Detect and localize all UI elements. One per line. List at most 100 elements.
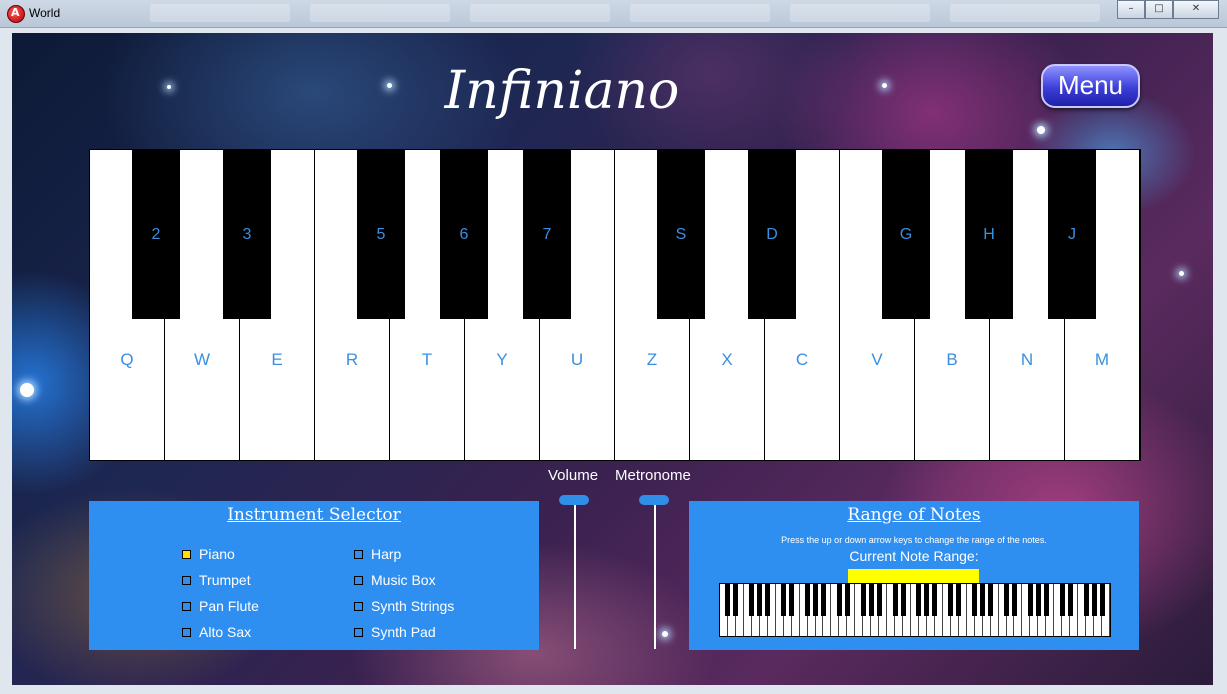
- instrument-label: Music Box: [371, 572, 436, 588]
- mini-black-key: [789, 584, 795, 616]
- checkbox-icon[interactable]: [182, 576, 191, 585]
- mini-black-key: [1083, 584, 1089, 616]
- key-label: J: [1068, 226, 1076, 243]
- mini-black-key: [980, 584, 986, 616]
- black-key[interactable]: G: [882, 150, 930, 319]
- key-label: 6: [459, 226, 469, 243]
- key-label: 5: [376, 226, 386, 243]
- background-tab: [150, 4, 290, 22]
- black-key[interactable]: S: [657, 150, 705, 319]
- checkbox-icon[interactable]: [182, 602, 191, 611]
- mini-black-key: [1043, 584, 1049, 616]
- instrument-label: Harp: [371, 546, 402, 562]
- mini-black-key: [868, 584, 874, 616]
- volume-label: Volume: [548, 467, 599, 484]
- range-title: Range of Notes: [847, 505, 981, 525]
- key-label: Z: [646, 350, 658, 369]
- black-key[interactable]: 5: [357, 150, 405, 319]
- black-key[interactable]: 7: [523, 150, 571, 319]
- metronome-label: Metronome: [615, 467, 691, 484]
- instrument-selector-title: Instrument Selector: [227, 505, 401, 525]
- menu-button[interactable]: Menu: [1041, 64, 1140, 108]
- mini-black-key: [1067, 584, 1073, 616]
- key-label: Y: [496, 350, 508, 369]
- star-decoration: [1037, 126, 1045, 134]
- instrument-label: Pan Flute: [199, 598, 259, 614]
- black-key[interactable]: 2: [132, 150, 180, 319]
- maximize-button[interactable]: □: [1145, 0, 1173, 19]
- mini-black-key: [876, 584, 882, 616]
- mini-black-key: [733, 584, 739, 616]
- mini-black-key: [924, 584, 930, 616]
- mini-black-key: [757, 584, 763, 616]
- key-label: W: [193, 350, 211, 369]
- instrument-label: Piano: [199, 546, 235, 562]
- checkbox-icon[interactable]: [354, 628, 363, 637]
- mini-black-key: [916, 584, 922, 616]
- checkbox-icon[interactable]: [354, 550, 363, 559]
- key-label: X: [721, 350, 733, 369]
- window-titlebar: A World – □ ✕: [0, 0, 1227, 28]
- background-tab: [790, 4, 930, 22]
- star-decoration: [1179, 271, 1184, 276]
- app-title: Infiniano: [444, 61, 680, 121]
- mini-black-key: [892, 584, 898, 616]
- range-hint: Press the up or down arrow keys to chang…: [781, 535, 1047, 545]
- mini-black-key: [988, 584, 994, 616]
- background-tab: [470, 4, 610, 22]
- black-key[interactable]: 6: [440, 150, 488, 319]
- mini-black-key: [1099, 584, 1105, 616]
- window-controls: – □ ✕: [1117, 0, 1219, 19]
- range-of-notes-panel: Range of Notes Press the up or down arro…: [689, 501, 1139, 650]
- volume-slider-track[interactable]: [574, 501, 576, 649]
- mini-black-key: [900, 584, 906, 616]
- app-canvas: Infiniano Menu Q W E R T Y U Z X C V B N…: [12, 33, 1213, 685]
- key-label: S: [675, 226, 687, 243]
- key-label: Q: [120, 350, 134, 369]
- black-key[interactable]: H: [965, 150, 1013, 319]
- instrument-label: Alto Sax: [199, 624, 252, 640]
- mini-black-key: [1035, 584, 1041, 616]
- close-button[interactable]: ✕: [1173, 0, 1219, 19]
- black-key[interactable]: D: [748, 150, 796, 319]
- app-logo-icon: A: [7, 5, 25, 23]
- checkbox-icon[interactable]: [182, 550, 191, 559]
- key-label: G: [899, 226, 913, 243]
- current-range-label: Current Note Range:: [849, 548, 979, 564]
- mini-black-key: [1027, 584, 1033, 616]
- metronome-slider-track[interactable]: [654, 501, 656, 649]
- mini-black-key: [1091, 584, 1097, 616]
- checkbox-icon[interactable]: [354, 602, 363, 611]
- window-title: World: [29, 6, 61, 20]
- mini-black-key: [813, 584, 818, 616]
- instrument-selector-panel: Instrument Selector Piano Trumpet Pan Fl…: [89, 501, 539, 650]
- mini-black-key: [1059, 584, 1065, 616]
- checkbox-icon[interactable]: [354, 576, 363, 585]
- black-key[interactable]: 3: [223, 150, 271, 319]
- volume-slider-handle[interactable]: [559, 495, 589, 505]
- background-tab: [950, 4, 1100, 22]
- range-mini-keyboard: [719, 583, 1111, 637]
- mini-black-key: [765, 584, 771, 616]
- mini-black-key: [781, 584, 787, 616]
- key-label: T: [421, 350, 433, 369]
- key-label: D: [766, 226, 778, 243]
- key-label: 7: [542, 226, 552, 243]
- star-decoration: [20, 383, 34, 397]
- star-decoration: [167, 85, 171, 89]
- mini-black-key: [948, 584, 954, 616]
- piano-keyboard: Q W E R T Y U Z X C V B N M 2 3 5 6 7 S …: [89, 149, 1141, 461]
- key-label: H: [983, 226, 995, 243]
- black-key[interactable]: J: [1048, 150, 1096, 319]
- checkbox-icon[interactable]: [182, 628, 191, 637]
- key-label: 3: [242, 226, 252, 243]
- key-label: B: [946, 350, 958, 369]
- star-decoration: [882, 83, 887, 88]
- metronome-slider-handle[interactable]: [639, 495, 669, 505]
- mini-black-key: [749, 584, 755, 616]
- instrument-label: Trumpet: [199, 572, 251, 588]
- key-label: M: [1094, 350, 1110, 369]
- mini-black-key: [725, 584, 731, 616]
- instrument-label: Synth Strings: [371, 598, 455, 614]
- minimize-button[interactable]: –: [1117, 0, 1145, 19]
